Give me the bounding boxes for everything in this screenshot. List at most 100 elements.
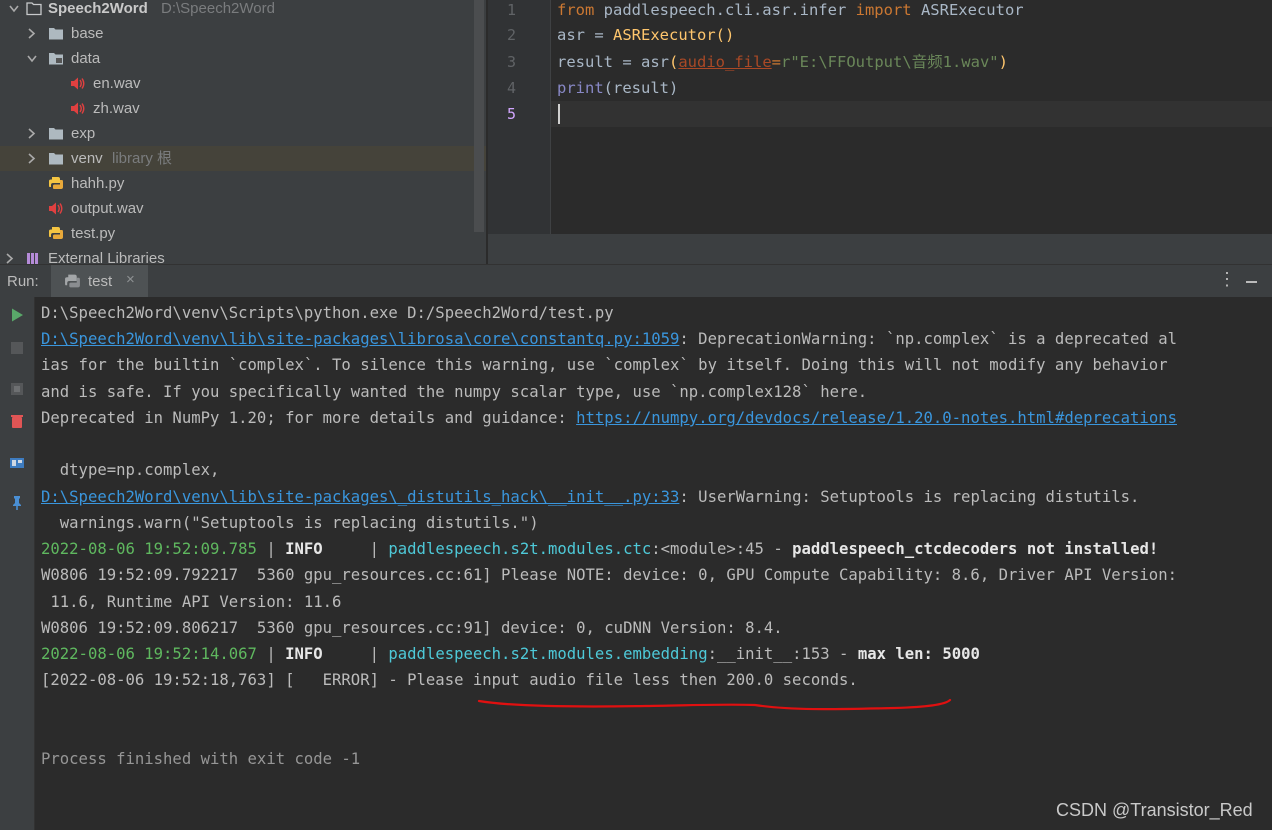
paren-close: )	[998, 53, 1008, 71]
console-line: and is safe. If you specifically wanted …	[41, 383, 868, 401]
library-folder-icon	[49, 153, 63, 165]
root-folder-path: D:\Speech2Word	[161, 0, 275, 17]
layout-icon[interactable]	[9, 455, 25, 471]
tree-item-label: External Libraries	[48, 250, 165, 264]
chevron-right-icon[interactable]	[26, 121, 38, 146]
separator: |	[256, 540, 286, 558]
warning-text: Deprecated in NumPy 1.20; for more detai…	[41, 409, 577, 427]
tree-item-hint: library 根	[112, 150, 173, 167]
keyword: from	[557, 1, 595, 19]
console-exit-line: Process finished with exit code -1	[41, 750, 361, 768]
text-caret	[558, 104, 560, 124]
tree-item-en-wav[interactable]: en.wav	[0, 71, 486, 96]
run-tab-test[interactable]: test ×	[51, 265, 148, 298]
tree-item-zh-wav[interactable]: zh.wav	[0, 96, 486, 121]
tree-item-base[interactable]: base	[0, 21, 486, 46]
tree-item-exp[interactable]: exp	[0, 121, 486, 146]
log-level: INFO	[285, 645, 323, 663]
minimize-icon[interactable]	[1246, 281, 1257, 283]
chevron-down-icon[interactable]	[26, 46, 38, 71]
red-underline-annotation	[477, 698, 952, 711]
tree-item-label: data	[71, 50, 101, 67]
python-file-icon	[49, 227, 63, 239]
run-tab-label: test	[88, 273, 113, 290]
tree-item-label: hahh.py	[71, 175, 125, 192]
chevron-right-icon[interactable]	[26, 146, 38, 171]
editor-bottom-area	[488, 234, 1272, 264]
tree-item-hahh-py[interactable]: hahh.py	[0, 171, 486, 196]
console-line: D:\Speech2Word\venv\lib\site-packages\li…	[41, 326, 1177, 352]
more-options-icon[interactable]: ⋮	[1218, 269, 1236, 290]
restore-layout-icon[interactable]	[9, 381, 25, 397]
console-line: warnings.warn("Setuptools is replacing d…	[41, 514, 539, 532]
pin-icon[interactable]	[9, 495, 25, 511]
console-error-line: [2022-08-06 19:52:18,763] [ ERROR] - Ple…	[41, 671, 858, 689]
separator: -	[829, 645, 858, 663]
line-number: 2	[506, 26, 516, 44]
keyword: import	[855, 1, 912, 19]
module-name: paddlespeech.cli.asr.infer	[594, 1, 856, 19]
resource-folder-icon	[49, 53, 63, 65]
url-link[interactable]: https://numpy.org/devdocs/release/1.20.0…	[576, 409, 1177, 427]
audio-file-icon	[71, 102, 85, 115]
function-ref: :<module>:45	[651, 540, 764, 558]
tree-item-label: zh.wav	[93, 100, 140, 117]
audio-file-icon	[49, 202, 63, 215]
timestamp: 2022-08-06 19:52:14.067	[41, 645, 257, 663]
warning-text: : UserWarning: Setuptools is replacing d…	[679, 488, 1140, 506]
tree-item-external-libraries[interactable]: External Libraries	[0, 246, 486, 264]
tree-item-output-wav[interactable]: output.wav	[0, 196, 486, 221]
named-argument: audio_file	[678, 53, 772, 71]
import-name: ASRExecutor	[911, 1, 1024, 19]
paren-open: (	[668, 53, 679, 71]
delete-icon[interactable]	[9, 413, 25, 429]
equals: =	[771, 53, 781, 71]
code-line-2[interactable]: asr = ASRExecutor()	[557, 22, 734, 48]
rerun-icon[interactable]	[9, 307, 25, 323]
stop-icon[interactable]	[9, 340, 25, 356]
log-level: INFO	[285, 540, 323, 558]
code-line-3[interactable]: result = asr(audio_file=r"E:\FFOutput\音频…	[557, 49, 1008, 75]
python-icon	[65, 274, 80, 288]
folder-icon	[49, 128, 63, 140]
console-line: D:\Speech2Word\venv\lib\site-packages\_d…	[41, 484, 1139, 510]
tree-scrollbar[interactable]	[474, 0, 484, 232]
code-line-1[interactable]: from paddlespeech.cli.asr.infer import A…	[557, 0, 1024, 23]
tree-item-label: exp	[71, 125, 96, 142]
tree-item-label: en.wav	[93, 75, 141, 92]
chevron-down-icon[interactable]	[8, 0, 20, 21]
close-icon[interactable]: ×	[126, 271, 135, 288]
line-number: 3	[506, 53, 516, 71]
call-args: (result)	[603, 79, 679, 97]
console-line: W0806 19:52:09.792217 5360 gpu_resources…	[41, 566, 1177, 584]
run-toolwindow-header: Run: test × ⋮	[0, 264, 1272, 298]
watermark: CSDN @Transistor_Red	[1056, 800, 1253, 820]
code-line-4[interactable]: print(result)	[557, 75, 678, 101]
folder-icon	[49, 28, 63, 40]
tree-item-label: base	[71, 25, 104, 42]
code-editor[interactable]: 1 2 3 4 5 from paddlespeech.cli.asr.infe…	[488, 0, 1272, 234]
tree-item-venv[interactable]: venv library 根	[0, 146, 486, 171]
file-link[interactable]: D:\Speech2Word\venv\lib\site-packages\_d…	[41, 488, 679, 506]
tree-root[interactable]: Speech2Word D:\Speech2Word	[0, 0, 486, 21]
tree-item-test-py[interactable]: test.py	[0, 221, 486, 246]
libraries-icon	[27, 253, 38, 264]
tree-item-label: test.py	[71, 225, 116, 242]
builtin-call: print	[557, 79, 604, 97]
console-line: Deprecated in NumPy 1.20; for more detai…	[41, 405, 1177, 431]
warning-text: : DeprecationWarning: `np.complex` is a …	[679, 330, 1177, 348]
root-folder-name: Speech2Word	[48, 0, 148, 17]
console-line: dtype=np.complex,	[41, 461, 220, 479]
console-line: 11.6, Runtime API Version: 11.6	[41, 593, 342, 611]
line-number: 4	[506, 79, 516, 97]
project-tree-panel: Speech2Word D:\Speech2Word base data en.…	[0, 0, 486, 264]
chevron-right-icon[interactable]	[4, 246, 16, 264]
file-link[interactable]: D:\Speech2Word\venv\lib\site-packages\li…	[41, 330, 679, 348]
tree-item-data[interactable]: data	[0, 46, 486, 71]
python-file-icon	[49, 177, 63, 189]
run-console[interactable]: D:\Speech2Word\venv\Scripts\python.exe D…	[35, 297, 1272, 830]
line-number: 1	[506, 1, 516, 19]
tree-item-label: output.wav	[71, 200, 144, 217]
chevron-right-icon[interactable]	[26, 21, 38, 46]
console-line: D:\Speech2Word\venv\Scripts\python.exe D…	[41, 304, 614, 322]
